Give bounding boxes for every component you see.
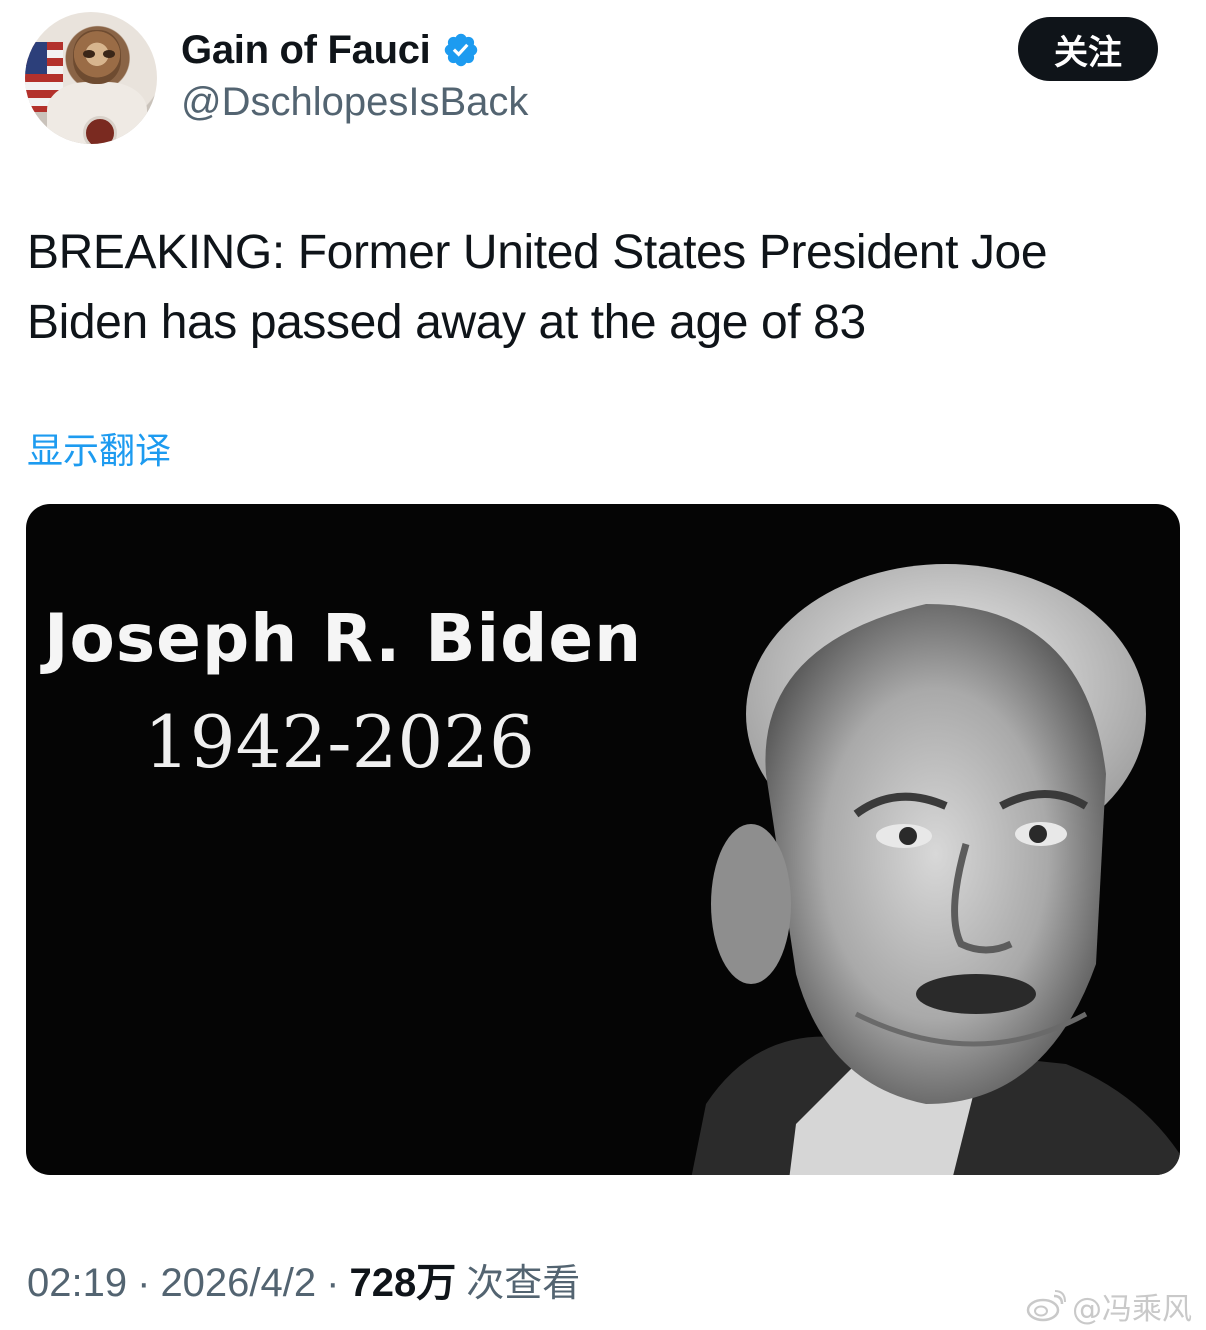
avatar-eye [103, 50, 115, 58]
weibo-icon [1026, 1290, 1066, 1322]
portrait-photo [691, 564, 1180, 1175]
views-count[interactable]: 728万 [349, 1250, 456, 1308]
author-avatar[interactable] [25, 12, 157, 144]
show-translation-link[interactable]: 显示翻译 [27, 422, 171, 474]
avatar-flag-canton [25, 42, 47, 74]
avatar-eye [83, 50, 95, 58]
tweet-meta: 02:19 · 2026/4/2 · 728万 次查看 [27, 1250, 580, 1308]
media-name-text: Joseph R. Biden [44, 600, 643, 677]
tweet-time[interactable]: 02:19 [27, 1261, 127, 1306]
watermark-text: @冯乘风 [1072, 1292, 1192, 1327]
meta-separator: · [137, 1261, 151, 1305]
author-name-row: Gain of Fauci [181, 24, 480, 76]
tweet-text: BREAKING: Former United States President… [27, 226, 1048, 349]
author-display-name[interactable]: Gain of Fauci [181, 28, 431, 73]
tweet-date[interactable]: 2026/4/2 [160, 1261, 316, 1306]
tweet-media-image[interactable]: Joseph R. Biden 1942-2026 [26, 504, 1180, 1175]
views-label: 次查看 [466, 1261, 581, 1305]
meta-separator: · [326, 1261, 340, 1305]
media-years-text: 1942-2026 [144, 700, 535, 784]
verified-badge-icon [445, 33, 478, 67]
follow-button[interactable]: 关注 [1018, 17, 1158, 81]
avatar-helmet [83, 116, 117, 144]
author-handle[interactable]: @DschlopesIsBack [181, 80, 528, 125]
avatar-face [73, 30, 121, 84]
weibo-watermark: @冯乘风 [1026, 1284, 1192, 1328]
